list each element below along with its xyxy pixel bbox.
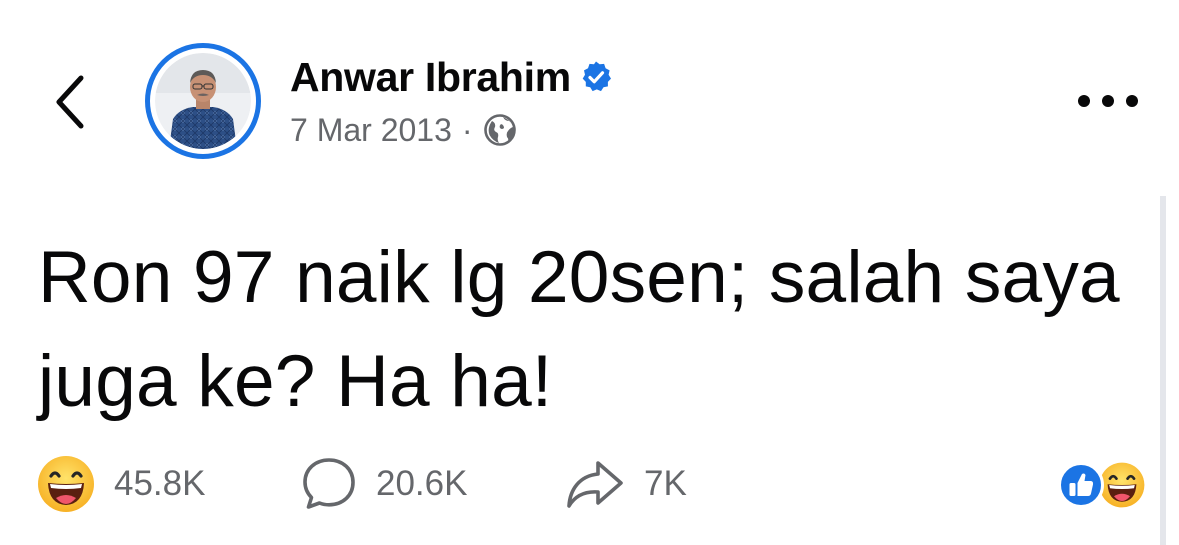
comment-button[interactable]: 20.6K xyxy=(300,452,467,516)
post-date[interactable]: 7 Mar 2013 xyxy=(290,112,452,149)
verified-badge-icon xyxy=(582,61,611,92)
post-actions: 45.8K 20.6K 7K xyxy=(36,452,1146,516)
chevron-left-icon xyxy=(56,75,84,129)
comment-bubble-icon xyxy=(303,458,355,509)
more-horizontal-icon xyxy=(1102,95,1114,107)
author-row: Anwar Ibrahim xyxy=(290,52,613,102)
profile-photo xyxy=(155,53,251,149)
haha-emoji-icon xyxy=(1099,462,1145,508)
globe-icon xyxy=(483,114,516,146)
like-icon xyxy=(1058,462,1104,508)
back-button[interactable] xyxy=(48,70,92,134)
author-name[interactable]: Anwar Ibrahim xyxy=(290,54,571,101)
more-horizontal-icon xyxy=(1126,95,1138,107)
haha-emoji-icon xyxy=(38,456,94,512)
post-meta: 7 Mar 2013 · xyxy=(290,108,517,152)
share-button[interactable]: 7K xyxy=(564,452,687,516)
comment-count: 20.6K xyxy=(376,464,468,503)
share-arrow-icon xyxy=(567,461,623,508)
reaction-summary[interactable] xyxy=(1058,460,1146,510)
reaction-button[interactable]: 45.8K xyxy=(36,452,205,516)
reaction-count: 45.8K xyxy=(114,464,206,503)
meta-separator: · xyxy=(461,111,473,148)
more-options-button[interactable] xyxy=(1078,88,1138,114)
avatar[interactable] xyxy=(145,43,261,159)
post-text: Ron 97 naik lg 20sen; salah saya juga ke… xyxy=(38,237,1120,422)
more-horizontal-icon xyxy=(1078,95,1090,107)
share-count: 7K xyxy=(644,464,687,503)
scrollbar[interactable] xyxy=(1160,196,1166,545)
